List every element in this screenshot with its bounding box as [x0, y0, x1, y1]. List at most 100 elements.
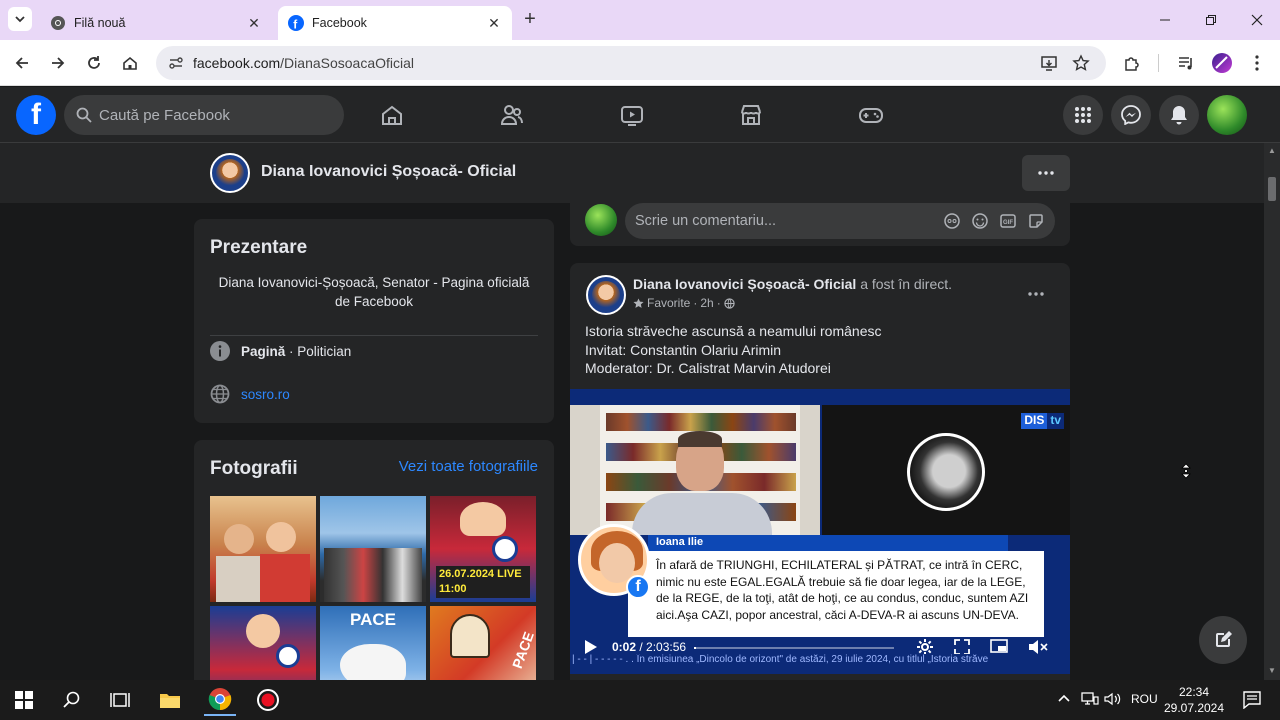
website-link[interactable]: sosro.ro	[241, 387, 290, 402]
nav-marketplace[interactable]	[737, 101, 765, 129]
close-icon[interactable]: ✕	[246, 15, 262, 31]
browser-menu-button[interactable]	[1245, 51, 1269, 75]
commenter-avatar[interactable]	[585, 204, 617, 236]
comment-placeholder: Scrie un comentariu...	[635, 213, 777, 229]
address-bar[interactable]: facebook.com/DianaSosoacaOficial	[156, 46, 1106, 80]
extensions-button[interactable]	[1120, 51, 1144, 75]
page-content: Prezentare Diana Iovanovici-Șoșoacă, Sen…	[0, 203, 1264, 680]
search-input[interactable]	[99, 105, 334, 125]
clock-time: 22:34	[1178, 685, 1210, 699]
avatar-sticker-icon[interactable]	[943, 212, 961, 230]
post-author-name[interactable]: Diana Iovanovici Șoșoacă- Oficial	[633, 276, 856, 292]
system-clock[interactable]: 22:34 29.07.2024	[1160, 684, 1228, 716]
arrow-left-icon	[15, 57, 28, 69]
nav-friends[interactable]	[498, 101, 526, 129]
profile-button[interactable]	[1210, 51, 1234, 75]
page-title[interactable]: Diana Iovanovici Șoșoacă- Oficial	[261, 163, 516, 181]
volume-icon[interactable]	[1104, 692, 1122, 709]
close-icon[interactable]: ✕	[486, 15, 502, 31]
video-player[interactable]: DIS tv Ioana Ilie În afară de TRIUNGHI, E…	[570, 389, 1070, 674]
chrome-icon	[208, 688, 232, 711]
tab-search-button[interactable]	[8, 7, 32, 31]
post-options-button[interactable]	[1026, 283, 1046, 303]
scroll-up-arrow-icon[interactable]: ▲	[1268, 147, 1276, 155]
gif-icon[interactable]: GIF	[999, 212, 1017, 230]
install-app-icon[interactable]	[1037, 51, 1061, 75]
photo-tablet	[450, 614, 490, 658]
toolbar-divider	[1158, 54, 1159, 72]
photo-figure	[224, 524, 254, 554]
globe-icon	[210, 384, 230, 404]
portrait-circle	[907, 433, 985, 511]
tray-overflow-icon[interactable]	[1058, 692, 1070, 706]
post-time[interactable]: 2h	[700, 296, 713, 310]
page-more-button[interactable]	[1022, 155, 1070, 191]
folder-icon	[160, 694, 180, 708]
photo-thumbnail[interactable]	[210, 606, 316, 680]
page-avatar[interactable]	[210, 153, 250, 193]
video-progress-bar[interactable]	[694, 647, 894, 649]
guest-shirt	[632, 493, 772, 535]
scroll-down-arrow-icon[interactable]: ▼	[1268, 667, 1276, 675]
notification-center-button[interactable]	[1236, 684, 1268, 716]
emoji-icon[interactable]	[971, 212, 989, 230]
account-avatar[interactable]	[1207, 95, 1247, 135]
messenger-button[interactable]	[1111, 95, 1151, 135]
scrollbar-thumb[interactable]	[1268, 177, 1276, 201]
taskbar-recorder[interactable]	[252, 684, 284, 716]
taskbar-search-button[interactable]	[56, 684, 88, 716]
new-tab-button[interactable]: +	[520, 9, 540, 30]
minimize-button[interactable]	[1142, 8, 1188, 32]
photo-thumbnail[interactable]: PACE	[320, 606, 426, 680]
photo-thumbnail[interactable]: 26.07.2024 LIVE 11:00	[430, 496, 536, 602]
reload-button[interactable]	[82, 51, 106, 75]
photo-figure	[246, 614, 280, 648]
photos-title: Fotografii	[210, 458, 298, 479]
close-window-button[interactable]	[1234, 8, 1280, 32]
sticker-icon[interactable]	[1027, 212, 1045, 230]
nav-home[interactable]	[378, 101, 406, 129]
taskbar-file-explorer[interactable]	[154, 684, 186, 716]
intro-card: Prezentare Diana Iovanovici-Șoșoacă, Sen…	[194, 219, 554, 423]
facebook-logo-icon[interactable]: f	[16, 95, 56, 135]
page-scrollbar[interactable]: ▲ ▼	[1264, 143, 1280, 680]
notifications-button[interactable]	[1159, 95, 1199, 135]
media-control-button[interactable]	[1174, 51, 1198, 75]
video-icon	[621, 106, 643, 126]
menu-button[interactable]	[1063, 95, 1103, 135]
restore-button[interactable]	[1188, 8, 1234, 32]
taskbar-chrome[interactable]	[204, 684, 236, 716]
facebook-search[interactable]	[64, 95, 344, 135]
back-button[interactable]	[10, 51, 34, 75]
comment-input[interactable]: Scrie un comentariu... GIF	[625, 203, 1055, 239]
network-icon[interactable]	[1081, 692, 1099, 709]
language-indicator[interactable]: ROU	[1131, 692, 1158, 706]
site-info-icon[interactable]	[164, 51, 188, 75]
tab-facebook[interactable]: f Facebook ✕	[278, 6, 512, 40]
tab-new-tab[interactable]: Filă nouă ✕	[40, 6, 272, 40]
photo-thumbnail[interactable]	[210, 496, 316, 602]
photo-thumbnail[interactable]: PACE	[430, 606, 536, 680]
tab-title: Filă nouă	[74, 16, 126, 30]
play-icon	[585, 640, 597, 654]
new-message-button[interactable]	[1199, 616, 1247, 664]
post-audience[interactable]: Favorite	[647, 296, 690, 310]
compose-icon	[1216, 631, 1232, 647]
bookmark-star-icon[interactable]	[1069, 51, 1093, 75]
chevron-down-icon	[15, 16, 25, 23]
nav-gaming[interactable]	[857, 101, 885, 129]
see-all-photos-link[interactable]: Vezi toate fotografiile	[399, 458, 538, 475]
photo-crowd	[324, 548, 422, 602]
start-button[interactable]	[8, 684, 40, 716]
photo-thumbnail[interactable]	[320, 496, 426, 602]
task-view-button[interactable]	[104, 684, 136, 716]
intro-website-row: sosro.ro	[210, 384, 290, 404]
search-icon	[63, 691, 80, 708]
post-text-line: Invitat: Constantin Olariu Arimin	[585, 341, 782, 358]
post-text-line: Istoria străveche ascunsă a neamului rom…	[585, 323, 882, 339]
nav-video[interactable]	[618, 101, 646, 129]
post-author-avatar[interactable]	[586, 275, 626, 315]
home-button[interactable]	[118, 51, 142, 75]
forward-button[interactable]	[46, 51, 70, 75]
more-horizontal-icon	[1038, 171, 1054, 175]
